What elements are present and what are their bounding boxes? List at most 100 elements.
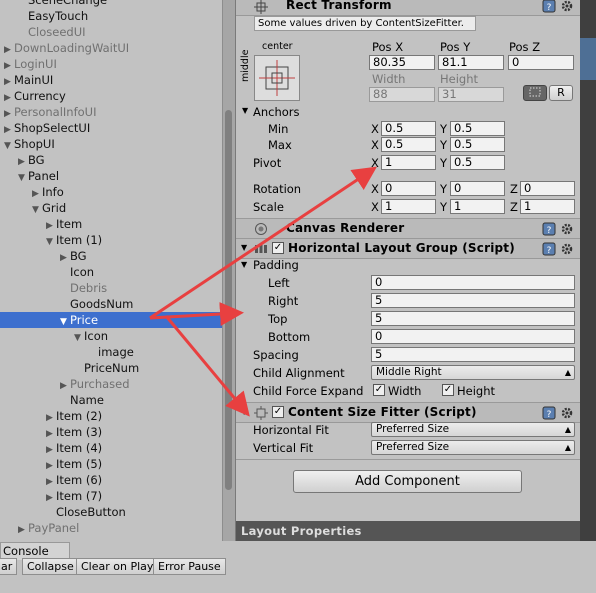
content-size-fitter-icon: [254, 406, 268, 420]
padding-left-field[interactable]: 0: [371, 275, 575, 290]
padding-bottom-field[interactable]: 0: [371, 329, 575, 344]
hierarchy-item[interactable]: ▼ Panel: [0, 168, 222, 184]
hierarchy-item[interactable]: ▼ Grid: [0, 200, 222, 216]
scale-y-field[interactable]: 1: [450, 199, 505, 214]
rect-transform-header[interactable]: Rect Transform ?: [236, 0, 580, 16]
hierarchy-item[interactable]: ▶ Item: [0, 216, 222, 232]
hierarchy-item[interactable]: ▶ Item (2): [0, 408, 222, 424]
hierarchy-item[interactable]: ▶ DownLoadingWaitUI: [0, 40, 222, 56]
hierarchy-item[interactable]: ▶ Purchased: [0, 376, 222, 392]
console-error-pause-button[interactable]: Error Pause: [153, 558, 226, 575]
hierarchy-item[interactable]: ▶ MainUI: [0, 72, 222, 88]
pivot-y-axis-label: Y: [440, 156, 448, 170]
hierarchy-item[interactable]: ▼ Price: [0, 312, 222, 328]
gear-icon[interactable]: [560, 222, 574, 236]
hierarchy-item[interactable]: image: [0, 344, 222, 360]
width-field[interactable]: 88: [369, 87, 435, 102]
padding-foldout-arrow[interactable]: ▼: [241, 260, 247, 269]
rotation-z-field[interactable]: 0: [520, 181, 575, 196]
force-expand-width-checkbox[interactable]: ✓: [373, 384, 385, 396]
horizontal-fit-dropdown[interactable]: Preferred Size ▲: [371, 422, 575, 437]
anchor-preset-side-label: middle: [240, 49, 251, 82]
hierarchy-item-label: BG: [28, 153, 45, 167]
hierarchy-item[interactable]: ▼ Item (1): [0, 232, 222, 248]
hierarchy-item[interactable]: CloseedUI: [0, 24, 222, 40]
anchor-max-y-field[interactable]: 0.5: [450, 137, 505, 152]
help-icon[interactable]: ?: [542, 0, 556, 13]
anchor-preset-button[interactable]: [254, 55, 300, 101]
force-expand-height-checkbox[interactable]: ✓: [442, 384, 454, 396]
scale-x-field[interactable]: 1: [381, 199, 436, 214]
hierarchy-item[interactable]: ▶ Item (6): [0, 472, 222, 488]
help-icon[interactable]: ?: [542, 222, 556, 236]
hierarchy-item[interactable]: ▶ ShopSelectUI: [0, 120, 222, 136]
gear-icon[interactable]: [560, 242, 574, 256]
hierarchy-item[interactable]: ▼ ShopUI: [0, 136, 222, 152]
pivot-y-field[interactable]: 0.5: [450, 155, 505, 170]
console-clear-button[interactable]: ar: [0, 558, 18, 575]
blueprint-mode-button[interactable]: [523, 85, 547, 101]
hierarchy-item[interactable]: ▶ Item (7): [0, 488, 222, 504]
hierarchy-item[interactable]: ▶ Info: [0, 184, 222, 200]
hierarchy-item[interactable]: ▶ Item (5): [0, 456, 222, 472]
horizontal-layout-header[interactable]: ▼ ✓ Horizontal Layout Group (Script) ?: [236, 239, 580, 259]
content-size-fitter-enabled-checkbox[interactable]: ✓: [272, 406, 284, 418]
hierarchy-item[interactable]: ▼ Icon: [0, 328, 222, 344]
hierarchy-item[interactable]: EasyTouch: [0, 8, 222, 24]
canvas-renderer-header[interactable]: Canvas Renderer ?: [236, 219, 580, 239]
child-alignment-label: Child Alignment: [253, 366, 345, 380]
scale-z-field[interactable]: 1: [520, 199, 575, 214]
hierarchy-item[interactable]: ▶ Item (3): [0, 424, 222, 440]
pivot-x-field[interactable]: 1: [381, 155, 436, 170]
hierarchy-scrollbar-thumb[interactable]: [225, 110, 232, 490]
max-x-axis-label: X: [371, 138, 379, 152]
hierarchy-item[interactable]: Name: [0, 392, 222, 408]
height-field[interactable]: 31: [438, 87, 504, 102]
anchors-foldout-arrow[interactable]: ▼: [242, 106, 248, 115]
content-size-fitter-foldout-arrow[interactable]: ▼: [241, 407, 247, 416]
hierarchy-item-label: Name: [70, 393, 104, 407]
horizontal-layout-icon: [255, 245, 267, 253]
hierarchy-item[interactable]: ▶ BG: [0, 152, 222, 168]
hierarchy-item[interactable]: SceneChange: [0, 0, 222, 8]
hierarchy-item[interactable]: GoodsNum: [0, 296, 222, 312]
hierarchy-item[interactable]: ▶ PersonalInfoUI: [0, 104, 222, 120]
console-collapse-button[interactable]: Collapse: [22, 558, 79, 575]
vertical-fit-dropdown[interactable]: Preferred Size ▲: [371, 440, 575, 455]
horizontal-layout-foldout-arrow[interactable]: ▼: [241, 243, 247, 252]
padding-right-field[interactable]: 5: [371, 293, 575, 308]
layout-properties-bar[interactable]: Layout Properties: [236, 521, 580, 541]
help-icon[interactable]: ?: [542, 242, 556, 256]
hierarchy-item[interactable]: ▶ Currency: [0, 88, 222, 104]
hierarchy-item[interactable]: Icon: [0, 264, 222, 280]
raw-edit-button[interactable]: R: [549, 85, 573, 101]
hierarchy-item[interactable]: ▶ BG: [0, 248, 222, 264]
hierarchy-item[interactable]: CloseButton: [0, 504, 222, 520]
dropdown-arrow-icon: ▲: [564, 368, 571, 377]
posy-field[interactable]: 81.1: [438, 55, 504, 70]
console-clear-on-play-button[interactable]: Clear on Play: [76, 558, 159, 575]
posx-field[interactable]: 80.35: [369, 55, 435, 70]
hierarchy-item[interactable]: PriceNum: [0, 360, 222, 376]
anchor-min-x-field[interactable]: 0.5: [381, 121, 436, 136]
hierarchy-item[interactable]: ▶ Item (4): [0, 440, 222, 456]
horizontal-layout-enabled-checkbox[interactable]: ✓: [272, 242, 284, 254]
add-component-button[interactable]: Add Component: [293, 470, 522, 493]
child-alignment-dropdown[interactable]: Middle Right ▲: [371, 365, 575, 380]
anchor-max-x-field[interactable]: 0.5: [381, 137, 436, 152]
spacing-field[interactable]: 5: [371, 347, 575, 362]
hierarchy-item[interactable]: Debris: [0, 280, 222, 296]
collapsed-arrow-icon[interactable]: ▶: [18, 522, 28, 538]
rotation-y-field[interactable]: 0: [450, 181, 505, 196]
posz-field[interactable]: 0: [508, 55, 574, 70]
hierarchy-item[interactable]: ▶ LoginUI: [0, 56, 222, 72]
rotation-x-field[interactable]: 0: [381, 181, 436, 196]
gear-icon[interactable]: [560, 0, 574, 13]
gear-icon[interactable]: [560, 406, 574, 420]
content-size-fitter-header[interactable]: ▼ ✓ Content Size Fitter (Script) ?: [236, 403, 580, 423]
anchor-min-y-field[interactable]: 0.5: [450, 121, 505, 136]
hierarchy-item[interactable]: ▶ PayPanel: [0, 520, 222, 536]
help-icon[interactable]: ?: [542, 406, 556, 420]
hierarchy-item-label: DownLoadingWaitUI: [14, 41, 130, 55]
padding-top-field[interactable]: 5: [371, 311, 575, 326]
